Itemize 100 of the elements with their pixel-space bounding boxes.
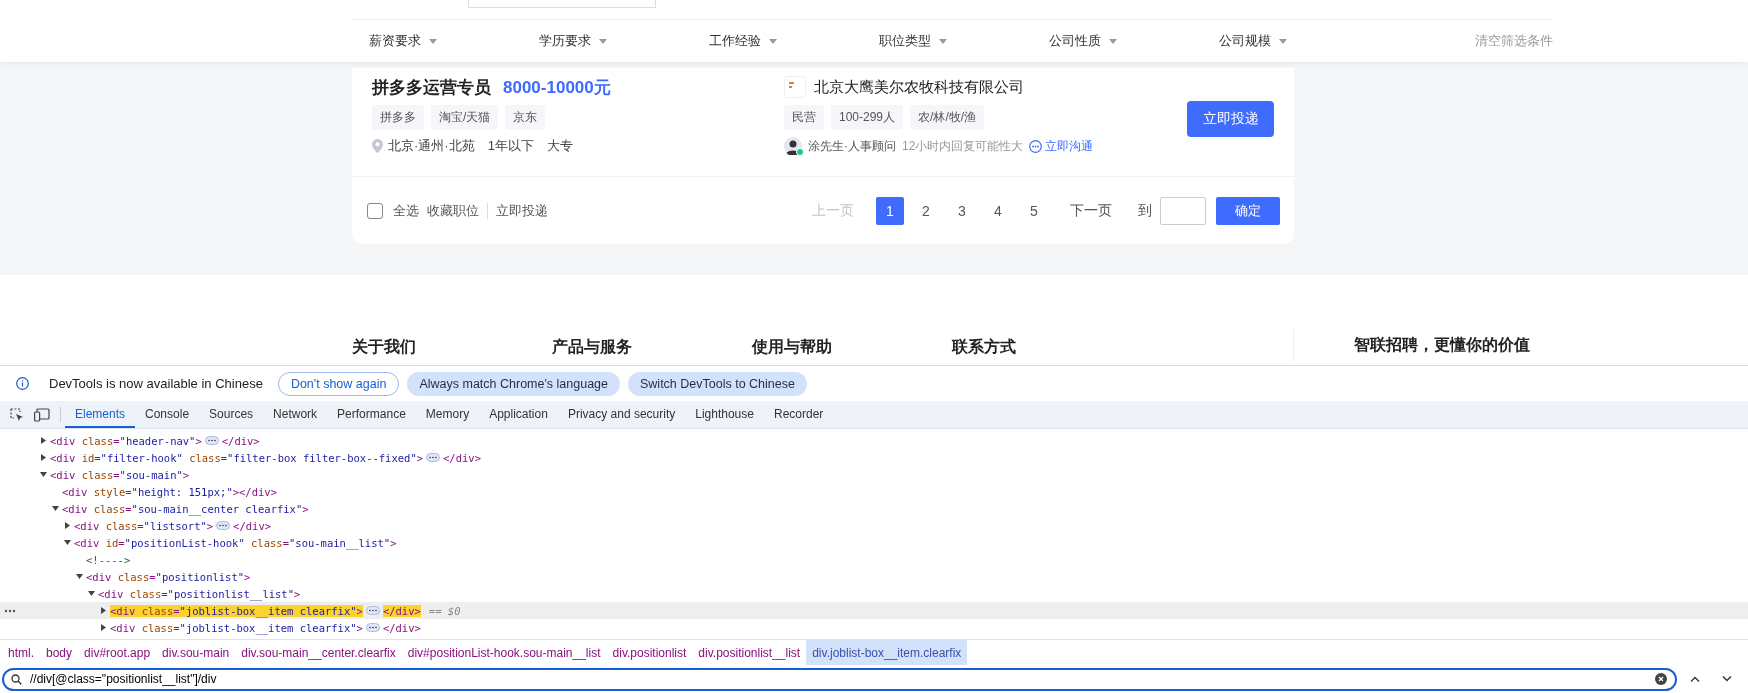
apply-button[interactable]: 立即投递 (1187, 101, 1274, 137)
element-tag[interactable]: <div class="positionlist"> (86, 570, 251, 583)
comment-node[interactable]: <!----> (86, 553, 131, 566)
closing-tag: </div> (233, 519, 272, 532)
footer-heading: 使用与帮助 (752, 336, 833, 357)
breadcrumb-item[interactable]: html. (2, 640, 40, 665)
element-tag[interactable]: <div id="positionList-hook" class="sou-main__list"> (74, 536, 397, 549)
devtools-tab[interactable]: Recorder (763, 401, 834, 428)
expanded-arrow-icon[interactable] (76, 573, 83, 580)
breadcrumb-item[interactable]: body (40, 640, 79, 665)
chat-link[interactable]: 立即沟通 (1029, 137, 1094, 155)
element-tag[interactable]: <div id="filter-hook" class="filter-box filter-box--fixed"> (50, 451, 424, 464)
page-number[interactable]: 1 (876, 196, 904, 225)
expanded-arrow-icon[interactable] (40, 471, 47, 478)
element-tag[interactable]: <div class="listsort"> (74, 519, 214, 532)
caret-icon (769, 38, 777, 44)
skill-tag: 京东 (505, 105, 546, 130)
job-title[interactable]: 拼多多运营专员 (372, 76, 491, 99)
filter-dropdown[interactable]: 公司性质 (1032, 32, 1202, 50)
salary-text: 8000-10000元 (503, 77, 611, 99)
page-number[interactable]: 5 (1020, 196, 1048, 225)
footer-heading: 关于我们 (352, 336, 417, 357)
clear-icon[interactable] (1655, 673, 1667, 685)
element-tag[interactable]: <div class="positionlist__list"> (98, 587, 301, 600)
recruiter-name: 涂先生·人事顾问 (808, 137, 896, 155)
breadcrumb-item[interactable]: div.joblist-box__item.clearfix (806, 640, 968, 665)
devtools-tab[interactable]: Console (135, 401, 200, 428)
filter-dropdown[interactable]: 学历要求 (522, 32, 692, 50)
devtools-tab[interactable]: Application (479, 401, 558, 428)
filter-dropdown[interactable]: 薪资要求 (352, 32, 522, 50)
page-number[interactable]: 2 (912, 196, 940, 225)
collapsed-arrow-icon[interactable] (64, 522, 71, 529)
select-all-checkbox[interactable] (367, 202, 383, 219)
breadcrumb-item[interactable]: div#positionList-hook.sou-main__list (401, 640, 607, 665)
breadcrumb-item[interactable]: div#root.app (78, 640, 157, 665)
education-text: 大专 (546, 137, 573, 155)
closing-tag: </div> (221, 434, 260, 447)
dots-icon (4, 609, 16, 613)
footer-slogan: 智联招聘，更懂你的价值 (1354, 334, 1530, 355)
element-tag[interactable]: <div class="header-nav"> (50, 434, 202, 447)
chat-bubble-icon (1029, 139, 1043, 153)
infobar-button[interactable]: Don't show again (277, 371, 400, 396)
page-number-field[interactable] (1160, 196, 1206, 225)
caret-icon (939, 38, 947, 44)
goto-label: 到 (1138, 201, 1152, 220)
skill-tag: 拼多多 (372, 105, 424, 130)
page-number[interactable]: 4 (984, 196, 1012, 225)
company-name[interactable]: 北京大鹰美尔农牧科技有限公司 (814, 77, 1024, 97)
location-text: 北京·通州·北苑 (388, 137, 475, 155)
element-tag[interactable]: <div class="joblist-box__item clearfix"> (110, 604, 363, 617)
action-link[interactable]: 收藏职位 (427, 201, 479, 220)
next-page-link[interactable]: 下一页 (1070, 201, 1112, 220)
devtools-tab[interactable]: Sources (199, 401, 264, 428)
search-field[interactable] (468, 0, 656, 8)
infobar-message: DevTools is now available in Chinese (49, 376, 263, 391)
devtools-tab[interactable]: Network (263, 401, 328, 428)
element-tag[interactable]: <div class="joblist-box__item clearfix"> (110, 621, 363, 634)
breadcrumb-item[interactable]: div.positionlist (606, 640, 693, 665)
devtools-tab[interactable]: Elements (65, 401, 136, 428)
expanded-arrow-icon[interactable] (64, 539, 71, 546)
element-tag[interactable]: <div style="height: 151px;"></div> (62, 485, 277, 498)
closing-tag: </div> (443, 451, 481, 464)
confirm-button[interactable]: 确定 (1216, 196, 1280, 225)
expanded-arrow-icon[interactable] (88, 590, 95, 597)
devtools-tab[interactable]: Memory (415, 401, 480, 428)
element-tag[interactable]: <div class="sou-main"> (50, 468, 190, 481)
company-tag: 农/林/牧/渔 (910, 105, 985, 130)
filter-dropdown[interactable]: 职位类型 (862, 32, 1032, 50)
infobar-button[interactable]: Switch DevTools to Chinese (628, 371, 807, 396)
more-options-icon[interactable] (4, 609, 16, 613)
selected-tree-row[interactable]: <div class="joblist-box__item clearfix"> </div> == $0 (0, 602, 1748, 619)
inspect-element-icon (10, 407, 24, 422)
select-all-label: 全选 (393, 201, 419, 220)
info-icon (16, 377, 29, 390)
collapsed-arrow-icon[interactable] (40, 454, 47, 461)
experience-text: 1年以下 (487, 137, 534, 155)
ellipsis-badge-icon (365, 623, 380, 632)
filter-dropdown[interactable]: 工作经验 (692, 32, 862, 50)
devtools-tab[interactable]: Lighthouse (685, 401, 764, 428)
page-number[interactable]: 3 (948, 196, 976, 225)
ellipsis-badge-icon (426, 453, 441, 462)
closing-tag: </div> (382, 604, 421, 617)
breadcrumb-item[interactable]: div.sou-main (156, 640, 236, 665)
devtools-tab[interactable]: Performance (327, 401, 416, 428)
device-toolbar-icon (34, 407, 50, 422)
expanded-arrow-icon[interactable] (52, 505, 59, 512)
collapsed-arrow-icon[interactable] (40, 437, 47, 444)
breadcrumb-item[interactable]: div.sou-main__center.clearfix (235, 640, 402, 665)
filter-dropdown[interactable]: 公司规模 (1202, 32, 1372, 50)
collapsed-arrow-icon[interactable] (100, 624, 107, 631)
element-tag[interactable]: <div class="sou-main__center clearfix"> (62, 502, 309, 515)
search-field[interactable]: //div[@class="positionlist__list"]/div (2, 667, 1677, 691)
devtools-tab[interactable]: Privacy and security (557, 401, 686, 428)
company-logo-icon (784, 76, 806, 98)
action-link[interactable]: 立即投递 (496, 201, 548, 220)
collapsed-arrow-icon[interactable] (100, 607, 107, 614)
infobar-button[interactable]: Always match Chrome's language (407, 371, 620, 396)
breadcrumb-item[interactable]: div.positionlist__list (692, 640, 807, 665)
caret-icon (1279, 38, 1287, 44)
location-pin-icon (372, 139, 383, 153)
